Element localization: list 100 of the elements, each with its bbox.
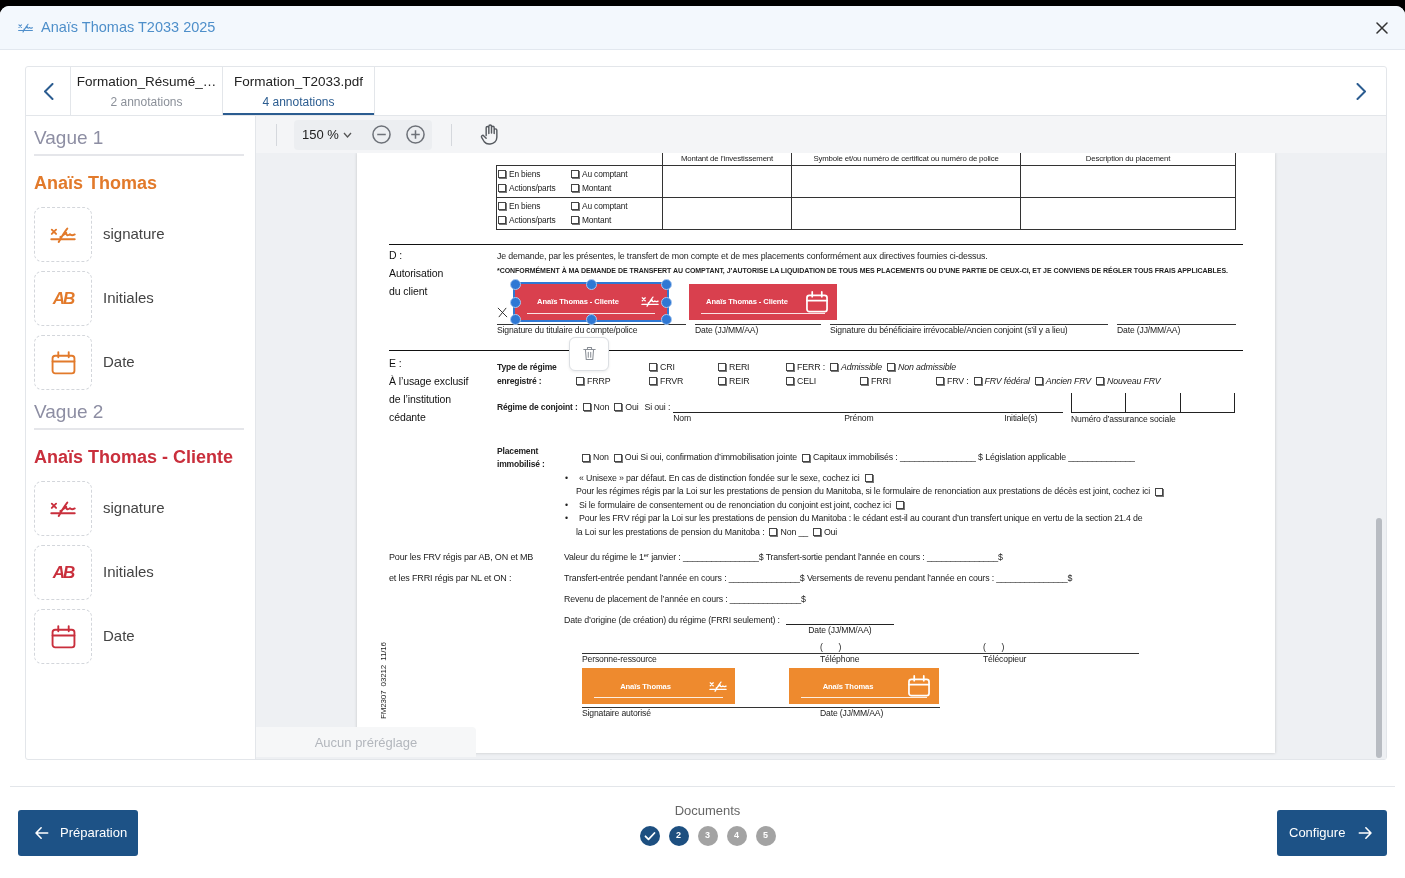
document-tab[interactable]: Formation_Résumé_… 2 annotations	[71, 67, 223, 115]
form-text: « Unisexe » par défaut. En cas de distinction fondée sur le sexe, cochez ici	[579, 471, 860, 485]
pan-tool-button[interactable]	[479, 124, 499, 145]
checkbox[interactable]	[786, 376, 794, 385]
close-icon	[1376, 21, 1388, 34]
checkbox[interactable]	[498, 169, 506, 178]
field-tile[interactable]	[34, 481, 92, 536]
form-text: Pour les régimes régis par la Loi sur les prestations de pension du Manitoba, si le formulaire de renonciation aux prestations de décès est joint, cochez ici	[576, 485, 1150, 498]
step-indicator[interactable]: 4	[726, 826, 747, 846]
form-text: Je demande, par les présentes, le transfert de mon compte et de mes placements conformément aux directives fournies ci-dessus.	[497, 249, 989, 263]
checkbox[interactable]	[498, 183, 506, 192]
checkbox[interactable]	[614, 402, 623, 411]
form-text: En biens	[509, 167, 541, 181]
checkbox[interactable]	[576, 376, 584, 385]
checkbox[interactable]	[864, 474, 873, 483]
checkbox[interactable]	[1155, 487, 1163, 496]
back-button[interactable]: Préparation	[18, 810, 138, 856]
form-text: Ancien FRV	[1045, 374, 1091, 388]
step-indicator[interactable]: 2	[668, 826, 689, 846]
checkbox[interactable]	[571, 169, 579, 178]
checkbox[interactable]	[718, 376, 726, 385]
form-text: Si le formulaire de consentement ou de renonciation du conjoint est joint, cochez ici	[579, 498, 891, 512]
checkbox[interactable]	[498, 215, 506, 224]
form-label: Pour les FRV régis par AB, ON et MB et les FRRI régis par NL et ON :	[389, 551, 535, 585]
checkbox[interactable]	[718, 362, 726, 371]
zoom-out-button[interactable]	[371, 125, 391, 144]
form-text: Non	[593, 451, 609, 464]
checkbox[interactable]	[571, 215, 579, 224]
field-caption: Numéro d’assurance sociale	[1071, 413, 1176, 424]
signer-name: Anaïs Thomas	[34, 172, 159, 195]
checkbox[interactable]	[936, 376, 944, 385]
section-label: E : À l’usage exclusif de l’institution cédante	[389, 355, 470, 425]
next-step-button[interactable]: Configure	[1277, 810, 1387, 856]
resize-handle[interactable]	[661, 278, 672, 290]
arrow-left-icon	[35, 826, 49, 840]
step-indicator[interactable]: 5	[755, 826, 776, 846]
field-label: signature	[103, 224, 165, 245]
checkbox[interactable]	[786, 362, 794, 371]
completed-step-icon[interactable]	[639, 826, 660, 846]
zoom-in-button[interactable]	[405, 125, 425, 144]
checkbox[interactable]	[769, 528, 778, 537]
checkbox[interactable]	[887, 362, 895, 371]
field-tile[interactable]: AB	[34, 271, 92, 326]
field-tile[interactable]	[34, 609, 92, 664]
cross-mark-icon	[497, 306, 508, 318]
calendar-icon	[50, 350, 76, 375]
checkbox[interactable]	[582, 453, 590, 462]
checkbox[interactable]	[582, 402, 591, 411]
form-text: Non	[593, 400, 610, 413]
resize-handle[interactable]	[510, 278, 521, 290]
close-button[interactable]	[1376, 21, 1388, 34]
checkbox[interactable]	[571, 201, 579, 210]
zoom-dropdown[interactable]: 150 %	[302, 124, 352, 145]
checkbox[interactable]	[895, 501, 904, 510]
form-text: Nouveau FRV	[1107, 374, 1161, 388]
section-label: D : Autorisation du client	[389, 247, 445, 299]
checkbox[interactable]	[649, 376, 657, 385]
step-indicator[interactable]: 3	[697, 826, 718, 846]
field-caption: Télécopieur	[983, 654, 1027, 664]
resize-handle[interactable]	[586, 278, 597, 290]
bullet: •	[565, 471, 569, 485]
hand-icon	[479, 124, 499, 145]
zoom-out-icon	[371, 125, 391, 144]
field-tile[interactable]	[34, 335, 92, 390]
resize-handle[interactable]	[586, 313, 597, 325]
field-tile[interactable]	[34, 207, 92, 262]
calendar-icon	[907, 675, 931, 697]
preset-field[interactable]: Aucun préréglage	[256, 727, 476, 757]
initials-icon: AB	[52, 564, 74, 581]
resize-handle[interactable]	[661, 313, 672, 325]
checkbox[interactable]	[571, 183, 579, 192]
scrollbar-thumb[interactable]	[1376, 518, 1382, 758]
form-text: REIR	[729, 374, 750, 388]
signature-icon	[50, 226, 76, 243]
checkbox[interactable]	[1034, 376, 1043, 385]
form-label: Placement immobilisé :	[497, 444, 546, 471]
checkbox[interactable]	[613, 453, 622, 462]
checkbox[interactable]	[860, 376, 868, 385]
checkbox[interactable]	[812, 528, 821, 537]
checkbox[interactable]	[973, 376, 982, 385]
resize-handle[interactable]	[661, 296, 672, 308]
field-caption: Prénom	[844, 412, 874, 423]
resize-handle[interactable]	[510, 296, 521, 308]
resize-handle[interactable]	[510, 313, 521, 325]
checkbox[interactable]	[829, 362, 838, 371]
checkbox[interactable]	[1096, 376, 1104, 385]
form-text: Admissible	[840, 360, 882, 374]
signature-icon	[50, 500, 76, 517]
delete-button[interactable]	[569, 336, 609, 371]
form-text: Transfert-entrée pendant l’année en cours : _______________$ Versements de revenu pendant l’année en cours : _______________$	[564, 572, 1074, 585]
form-text: Revenu de placement de l’année en cours : _______________$	[564, 593, 807, 606]
form-text: FRRP	[587, 374, 611, 388]
document-tab[interactable]: Formation_T2033.pdf 4 annotations	[223, 67, 375, 115]
form-text: Oui	[823, 525, 838, 539]
field-label: Date	[103, 626, 135, 647]
checkbox[interactable]	[498, 201, 506, 210]
field-tile[interactable]: AB	[34, 545, 92, 600]
signature-icon	[709, 680, 727, 692]
checkbox[interactable]	[649, 362, 657, 371]
checkbox[interactable]	[801, 453, 810, 462]
